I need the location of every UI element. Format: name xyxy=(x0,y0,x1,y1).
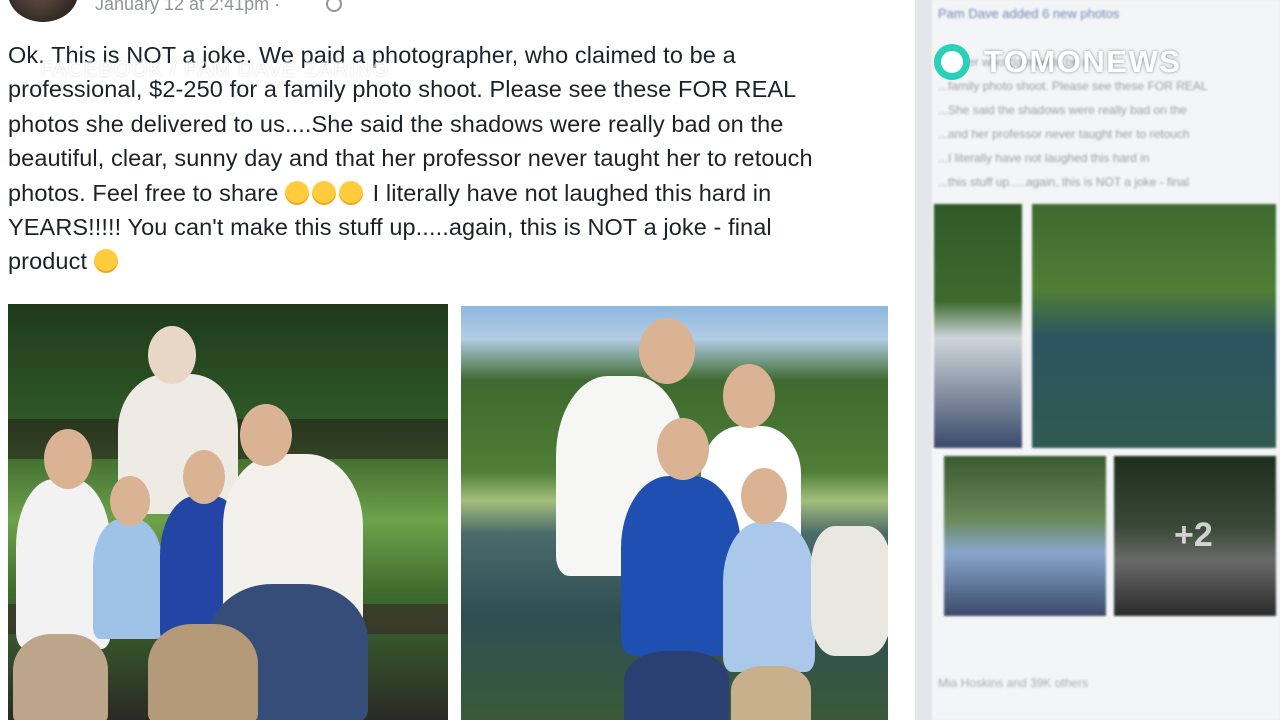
photo-figure xyxy=(811,526,888,656)
photo-credit-watermark: FACEBOOK / PAM DAVE ZARING xyxy=(40,58,390,81)
sidebar-header: Pam Dave added 6 new photos xyxy=(938,6,1120,21)
sidebar-caption-line: ...and her professor never taught her to… xyxy=(938,127,1190,141)
photo-face xyxy=(148,326,196,384)
photo-face xyxy=(110,476,150,526)
tomonews-logo-icon xyxy=(934,44,970,80)
post-text-line: beautiful, clear, sunny day and that her… xyxy=(8,145,813,172)
post-text-line: photos she delivered to us....She said t… xyxy=(8,110,784,137)
column-divider xyxy=(915,0,932,720)
tomonews-logo: TOMONEWS xyxy=(934,40,1181,84)
photo-face xyxy=(183,450,225,504)
sidebar-thumbnail[interactable] xyxy=(1032,204,1276,448)
brand-name: TOMONEWS xyxy=(984,44,1182,79)
post-text-fragment: I literally have not laughed this hard i… xyxy=(366,179,772,206)
photo-face xyxy=(240,404,292,466)
photo-figure xyxy=(731,666,811,720)
sidebar-caption-line: ...this stuff up.....again, this is NOT … xyxy=(938,175,1190,189)
photo-face xyxy=(639,318,695,384)
more-photos-count[interactable]: +2 xyxy=(1174,516,1213,555)
family-photo-bench[interactable] xyxy=(8,304,448,720)
photo-figure xyxy=(624,651,729,720)
tears-of-joy-emoji-icon xyxy=(285,180,310,205)
photo-figure xyxy=(148,624,258,720)
post-text-fragment: product xyxy=(8,248,88,275)
post-text-line: photos. Feel free to share I literally h… xyxy=(8,176,908,210)
blurred-photo-viewer: Pam Dave added 6 new photos ...apher who… xyxy=(932,0,1280,720)
rolling-on-floor-laughing-emoji-icon xyxy=(93,249,118,274)
photo-figure xyxy=(723,522,815,672)
photo-figure xyxy=(93,519,163,639)
post-text-line: YEARS!!!!! You can't make this stuff up.… xyxy=(8,214,772,241)
sidebar-thumbnail[interactable] xyxy=(934,204,1022,448)
photo-face xyxy=(741,468,787,524)
photo-face xyxy=(44,429,92,489)
photo-face xyxy=(657,418,709,480)
globe-icon[interactable] xyxy=(326,0,342,12)
facebook-post: January 12 at 2:41pm · Ok. This is NOT a… xyxy=(0,0,915,720)
post-text-fragment: photos. Feel free to share xyxy=(8,179,279,206)
profile-avatar[interactable] xyxy=(8,0,78,22)
post-text-line: product xyxy=(8,244,908,278)
sidebar-reactions: Mia Hoskins and 39K others xyxy=(938,676,1089,690)
sidebar-thumbnail[interactable] xyxy=(944,456,1106,616)
post-timestamp[interactable]: January 12 at 2:41pm · xyxy=(95,0,280,15)
photo-figure xyxy=(13,634,108,720)
tears-of-joy-emoji-icon xyxy=(312,180,337,205)
tears-of-joy-emoji-icon xyxy=(339,180,364,205)
photo-face xyxy=(723,364,775,428)
sidebar-caption-line: ...She said the shadows were really bad … xyxy=(938,103,1187,117)
sidebar-caption-line: ...I literally have not laughed this har… xyxy=(938,151,1150,165)
family-photo-pond[interactable] xyxy=(461,306,888,720)
